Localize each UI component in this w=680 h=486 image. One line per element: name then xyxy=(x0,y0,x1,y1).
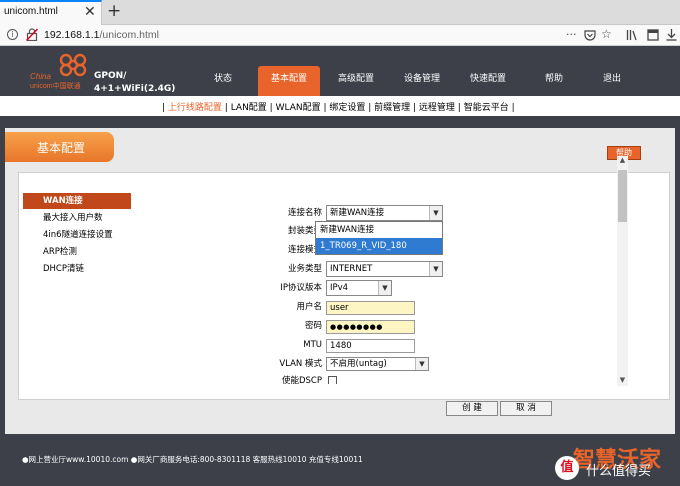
submenu-uplink-config[interactable]: 上行线路配置 xyxy=(168,103,222,113)
dscp-label: 使能DSCP xyxy=(281,376,322,384)
mtu-label: MTU xyxy=(303,340,322,350)
ip-version-select[interactable]: IPv4 ▼ xyxy=(326,280,392,296)
encapsulation-label: 封装类型 xyxy=(287,226,322,236)
menu-help[interactable]: 帮助 xyxy=(524,66,584,96)
router-header: China unicom中国联通 GPON/ 4+1+WiFi(2.4G) 状态… xyxy=(0,46,680,96)
reader-icon[interactable] xyxy=(647,29,659,41)
router-page: China unicom中国联通 GPON/ 4+1+WiFi(2.4G) 状态… xyxy=(0,46,680,486)
vlan-mode-select[interactable]: 不启用(untag) ▼ xyxy=(326,357,429,371)
browser-address-bar[interactable]: i 192.168.1.1/unicom.html ··· ☆ xyxy=(0,25,680,46)
watermark-badge-icon: 值 xyxy=(555,456,579,480)
dscp-checkbox[interactable] xyxy=(328,376,337,384)
ip-version-label: IP协议版本 xyxy=(280,283,322,293)
connection-name-select[interactable]: 新建WAN连接 ▼ xyxy=(326,205,443,221)
submenu-binding-settings[interactable]: 绑定设置 xyxy=(329,103,365,113)
footer: ●网上营业厅www.10010.com ●网关厂商服务电话:800-830111… xyxy=(0,442,680,486)
section-tab: 基本配置 xyxy=(5,132,114,162)
chevron-down-icon: ▼ xyxy=(429,262,442,276)
footer-service-info: ●网上营业厅www.10010.com ●网关厂商服务电话:800-830111… xyxy=(22,455,363,464)
connection-name-label: 连接名称 xyxy=(287,208,322,218)
browser-tab-bar: unicom.html ✕ + xyxy=(0,0,680,25)
scroll-thumb[interactable] xyxy=(618,170,627,222)
watermark-text: 什么值得买 xyxy=(586,464,652,479)
create-button[interactable]: 创 建 xyxy=(446,401,498,416)
sub-navigation: | 上行线路配置 | LAN配置 | WLAN配置 | 绑定设置 | 前缀管理 … xyxy=(0,96,680,116)
submenu-remote-management[interactable]: 远程管理 xyxy=(419,103,455,113)
service-type-select[interactable]: INTERNET ▼ xyxy=(326,261,443,277)
chevron-down-icon: ▼ xyxy=(415,358,428,370)
logo-china-text: China xyxy=(30,72,51,81)
sidebar-item-dhcp-clear[interactable]: DHCP清链 xyxy=(23,261,131,277)
more-icon[interactable]: ··· xyxy=(566,28,577,41)
menu-basic-config[interactable]: 基本配置 xyxy=(258,66,320,96)
sidebar-item-4in6-tunnel[interactable]: 4in6隧道连接设置 xyxy=(23,227,131,243)
star-icon[interactable]: ☆ xyxy=(601,27,612,41)
device-model: GPON/ 4+1+WiFi(2.4G) xyxy=(94,71,176,94)
menu-quick-config[interactable]: 快速配置 xyxy=(458,66,518,96)
dropdown-option-selected[interactable]: 1_TR069_R_VID_180 xyxy=(316,238,442,254)
download-icon[interactable] xyxy=(666,29,677,41)
menu-advanced-config[interactable]: 高级配置 xyxy=(326,66,386,96)
sidebar-item-wan-connection[interactable]: WAN连接 xyxy=(23,193,131,209)
service-type-label: 业务类型 xyxy=(287,264,322,274)
menu-status[interactable]: 状态 xyxy=(198,66,248,96)
dscp-row: 使能DSCP xyxy=(252,373,382,384)
chevron-down-icon: ▼ xyxy=(378,281,391,295)
chevron-down-icon: ▼ xyxy=(429,206,442,220)
scroll-up-icon[interactable]: ▲ xyxy=(617,156,628,166)
connection-mode-label: 连接模式 xyxy=(287,245,322,255)
sidebar-item-max-users[interactable]: 最大接入用户数 xyxy=(23,210,131,226)
form-scrollbar[interactable]: ▲ ▼ xyxy=(617,156,628,386)
username-label: 用户名 xyxy=(296,302,322,312)
mtu-input[interactable]: 1480 xyxy=(326,339,415,353)
close-icon[interactable]: ✕ xyxy=(84,4,96,20)
section-title: 基本配置 xyxy=(37,141,86,155)
submenu-prefix-management[interactable]: 前缀管理 xyxy=(374,103,410,113)
menu-logout[interactable]: 退出 xyxy=(584,66,640,96)
password-label: 密码 xyxy=(304,321,322,331)
submenu-wlan-config[interactable]: WLAN配置 xyxy=(276,103,321,113)
submenu: | 上行线路配置 | LAN配置 | WLAN配置 | 绑定设置 | 前缀管理 … xyxy=(162,103,515,113)
info-icon[interactable]: i xyxy=(7,29,18,40)
username-input[interactable]: user xyxy=(326,301,415,315)
sidebar-item-arp-detect[interactable]: ARP检测 xyxy=(23,244,131,260)
cancel-button[interactable]: 取 消 xyxy=(500,401,552,416)
dropdown-option[interactable]: 新建WAN连接 xyxy=(316,222,442,238)
unicom-logo-icon xyxy=(59,53,87,77)
insecure-lock-icon[interactable] xyxy=(26,28,38,41)
submenu-lan-config[interactable]: LAN配置 xyxy=(231,103,267,113)
logo-unicom-text: unicom中国联通 xyxy=(30,83,81,90)
url-text[interactable]: 192.168.1.1/unicom.html xyxy=(44,29,159,41)
browser-tab[interactable]: unicom.html ✕ xyxy=(0,0,102,25)
scroll-down-icon[interactable]: ▼ xyxy=(617,376,628,386)
connection-name-dropdown: 新建WAN连接 1_TR069_R_VID_180 xyxy=(315,221,443,255)
new-tab-plus-icon[interactable]: + xyxy=(107,1,121,21)
submenu-smart-cloud[interactable]: 智能云平台 xyxy=(464,103,509,113)
pocket-icon[interactable] xyxy=(584,29,596,41)
library-icon[interactable] xyxy=(626,29,638,41)
menu-device-management[interactable]: 设备管理 xyxy=(392,66,452,96)
tab-title: unicom.html xyxy=(4,6,58,17)
password-input[interactable]: ●●●●●●●● xyxy=(326,320,415,334)
vlan-mode-label: VLAN 模式 xyxy=(279,359,322,369)
